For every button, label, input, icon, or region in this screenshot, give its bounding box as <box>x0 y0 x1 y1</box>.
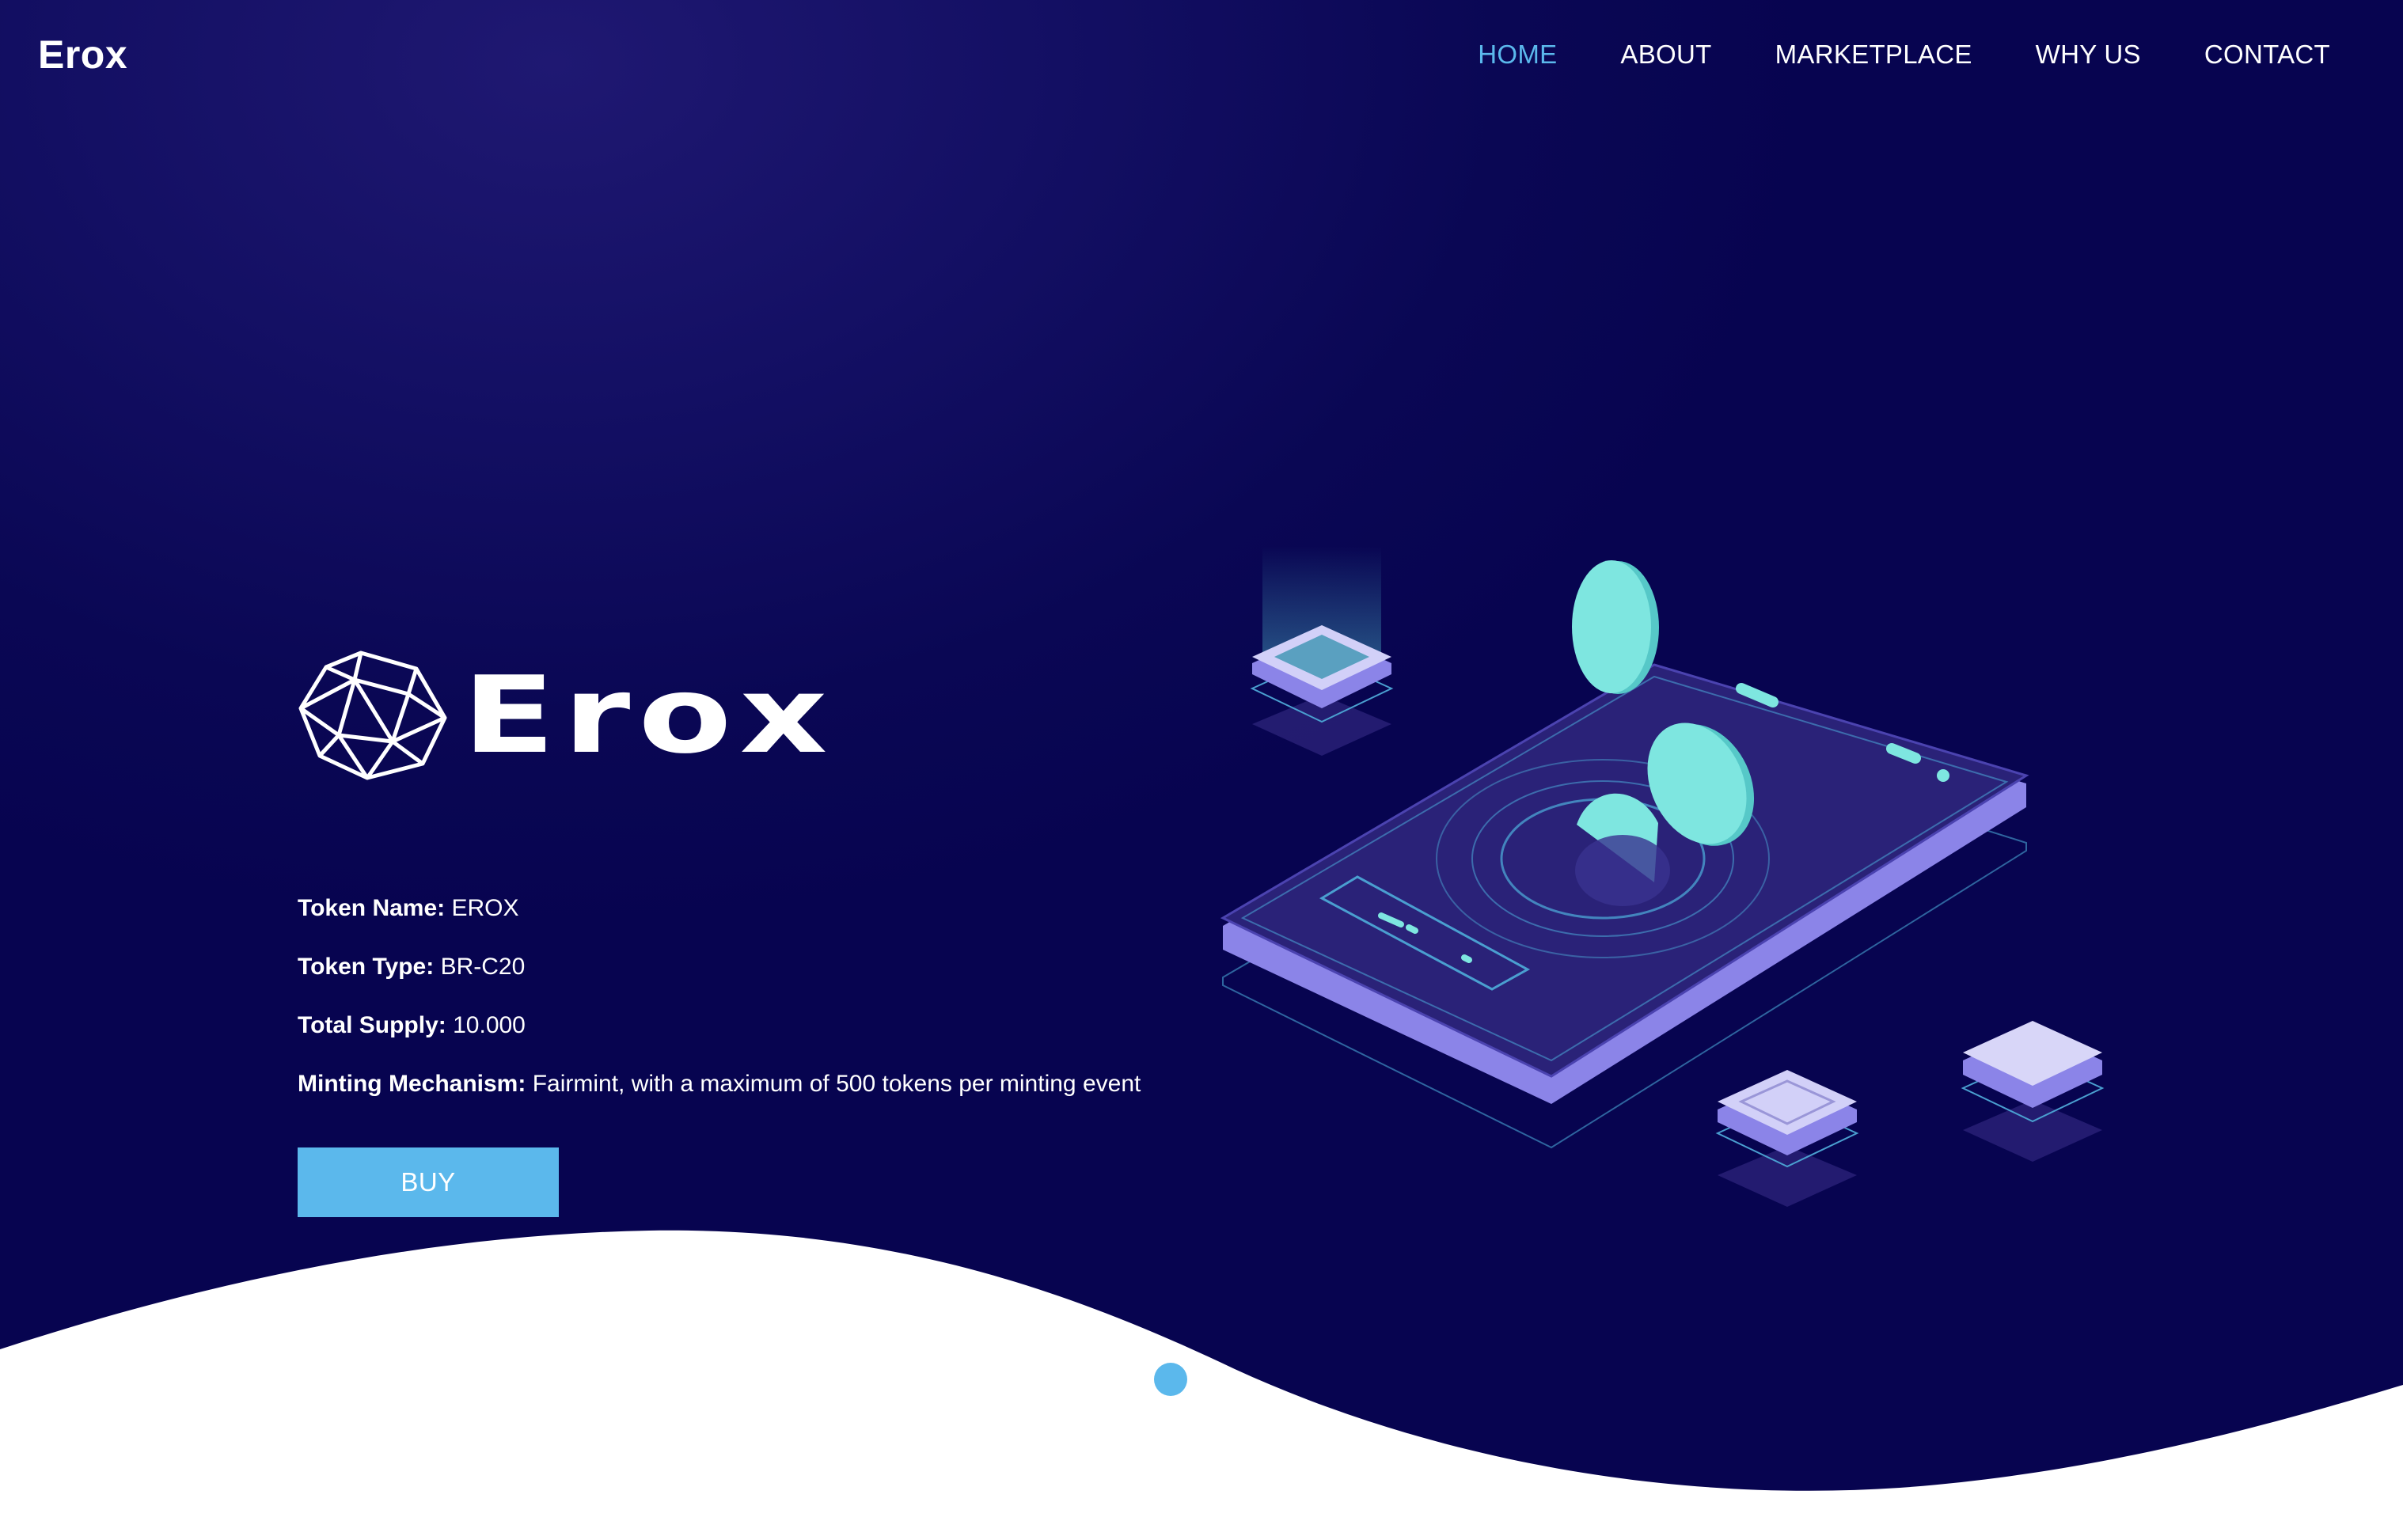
nav-contact[interactable]: CONTACT <box>2204 40 2330 70</box>
chip-block-icon <box>1250 546 1394 756</box>
chip-block-icon <box>1961 1021 2105 1162</box>
token-info: Token Name: EROX Token Type: BR-C20 Tota… <box>298 893 1141 1127</box>
token-name-label: Token Name: <box>298 895 446 921</box>
minting-mechanism-value: Fairmint, with a maximum of 500 tokens p… <box>532 1071 1141 1097</box>
token-name-value: EROX <box>451 895 519 921</box>
main-nav: HOME ABOUT MARKETPLACE WHY US CONTACT <box>1478 40 2330 70</box>
total-supply-label: Total Supply: <box>298 1012 446 1038</box>
carousel-indicators <box>1154 1363 1236 1396</box>
token-type-row: Token Type: BR-C20 <box>298 951 1141 1010</box>
token-type-label: Token Type: <box>298 954 435 980</box>
nav-why-us[interactable]: WHY US <box>2036 40 2141 70</box>
brand-wordmark: Erox <box>462 653 836 777</box>
total-supply-value: 10.000 <box>453 1012 526 1038</box>
nav-home[interactable]: HOME <box>1478 40 1557 70</box>
header-logo[interactable]: Erox <box>38 32 127 78</box>
nav-about[interactable]: ABOUT <box>1620 40 1711 70</box>
buy-button[interactable]: BUY <box>298 1147 559 1217</box>
carousel-dot-1[interactable] <box>1154 1363 1187 1396</box>
token-type-value: BR-C20 <box>440 954 526 980</box>
phone-illustration <box>1220 546 2105 1207</box>
minting-mechanism-label: Minting Mechanism: <box>298 1071 526 1097</box>
token-name-row: Token Name: EROX <box>298 893 1141 951</box>
total-supply-row: Total Supply: 10.000 <box>298 1010 1141 1068</box>
chip-block-icon <box>1715 1070 1859 1207</box>
icosahedron-logo-icon <box>298 651 447 780</box>
carousel-dot-2[interactable] <box>1219 1371 1236 1388</box>
coin-icon <box>1572 560 1659 694</box>
nav-marketplace[interactable]: MARKETPLACE <box>1775 40 1972 70</box>
brand-logo: Erox <box>298 647 835 783</box>
minting-mechanism-row: Minting Mechanism: Fairmint, with a maxi… <box>298 1068 1141 1127</box>
